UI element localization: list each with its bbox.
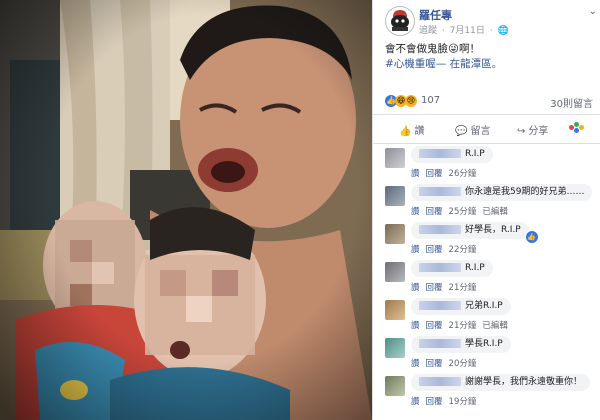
comment-footer: 讚回覆 21分鐘 已編輯 [411,321,508,331]
commenter-name-blurred[interactable] [419,377,461,386]
like-reaction-icon: 👍 [524,230,539,244]
comment-item: 學長R.I.P 讚回覆 20分鐘 [385,336,597,374]
selfie-image [0,0,372,420]
comment-bubble: 好學長，R.I.P 👍 [411,222,539,244]
follow-link[interactable]: 追蹤 [419,26,437,36]
post-header: 羅任專 追蹤 · 7月11日 · 🌐 ⌄ [385,6,597,36]
comment-bubble: 學長R.I.P [411,336,511,353]
like-button[interactable]: 👍 讚 [399,122,424,137]
post-photo[interactable] [0,0,372,420]
commenter-name-blurred[interactable] [419,225,461,234]
comment-footer: 讚回覆 25分鐘 已編輯 [411,207,508,217]
commenter-avatar[interactable] [385,376,405,396]
mascot-logo-icon [391,10,409,31]
globe-icon: 🌐 [497,26,509,36]
comment-item: R.I.P 讚回覆 26分鐘 [385,146,597,184]
post-caption: 會不會做鬼臉😜啊！ #心機重喔— 在龍潭區。 [385,42,595,72]
comment-bubble: 謝謝學長，我們永遠敬重你！ [411,374,591,391]
reaction-summary[interactable]: 👍 😆 😢 107 30則留言 [385,93,595,110]
speech-bubble-icon: 💬 [455,126,468,137]
commenter-name-blurred[interactable] [419,187,461,196]
commenter-name-blurred[interactable] [419,339,461,348]
comment-footer: 讚回覆 21分鐘 [411,283,477,293]
commenter-avatar[interactable] [385,186,405,206]
caption-hashtag-location[interactable]: #心機重喔— 在龍潭區。 [385,57,595,72]
comment-item: R.I.P 讚回覆 21分鐘 [385,260,597,298]
sad-reaction-icon: 😢 [405,95,417,107]
thumbs-up-icon: 👍 [399,126,412,137]
commenter-name-blurred[interactable] [419,263,461,272]
author-name[interactable]: 羅任專 [419,7,452,23]
chevron-down-icon[interactable]: ⌄ [589,6,597,17]
comment-item: 謝謝學長，我們永遠敬重你！ 讚回覆 19分鐘 [385,374,597,412]
comment-footer: 讚回覆 26分鐘 [411,169,477,179]
comment-button[interactable]: 💬 留言 [455,122,490,137]
comment-bubble: R.I.P [411,146,493,163]
action-bar: 👍 讚 💬 留言 ↪ 分享 [373,114,600,144]
commenter-avatar[interactable] [385,262,405,282]
commenter-name-blurred[interactable] [419,149,461,158]
share-button[interactable]: ↪ 分享 [517,122,548,137]
comment-footer: 讚回覆 19分鐘 [411,397,477,407]
commenter-name-blurred[interactable] [419,301,461,310]
comment-footer: 讚回覆 20分鐘 [411,359,477,369]
colorful-dots-icon[interactable] [569,122,585,134]
comment-bubble: R.I.P [411,260,493,277]
post-date[interactable]: 7月11日 [450,26,485,36]
comment-bubble: 你永遠是我59期的好兄弟…… [411,184,593,201]
caption-text: 會不會做鬼臉😜啊！ [385,43,480,55]
reaction-count: 107 [421,95,441,106]
commenter-avatar[interactable] [385,148,405,168]
comment-item: 好學長，R.I.P 👍 讚回覆 22分鐘 [385,222,597,260]
post-panel: 羅任專 追蹤 · 7月11日 · 🌐 ⌄ 會不會做鬼臉😜啊！ #心機重喔— 在龍… [372,0,600,420]
comment-item: 你永遠是我59期的好兄弟…… 讚回覆 25分鐘 已編輯 [385,184,597,222]
commenter-avatar[interactable] [385,300,405,320]
comment-footer: 讚回覆 22分鐘 [411,245,477,255]
share-arrow-icon: ↪ [517,126,526,137]
post-meta: 追蹤 · 7月11日 · 🌐 [419,26,509,36]
commenter-avatar[interactable] [385,338,405,358]
commenter-avatar[interactable] [385,224,405,244]
comment-bubble: 兄弟R.I.P [411,298,511,315]
author-avatar[interactable] [385,6,415,36]
comment-item: 兄弟R.I.P 讚回覆 21分鐘 已編輯 [385,298,597,336]
comment-count-link[interactable]: 30則留言 [550,95,593,110]
